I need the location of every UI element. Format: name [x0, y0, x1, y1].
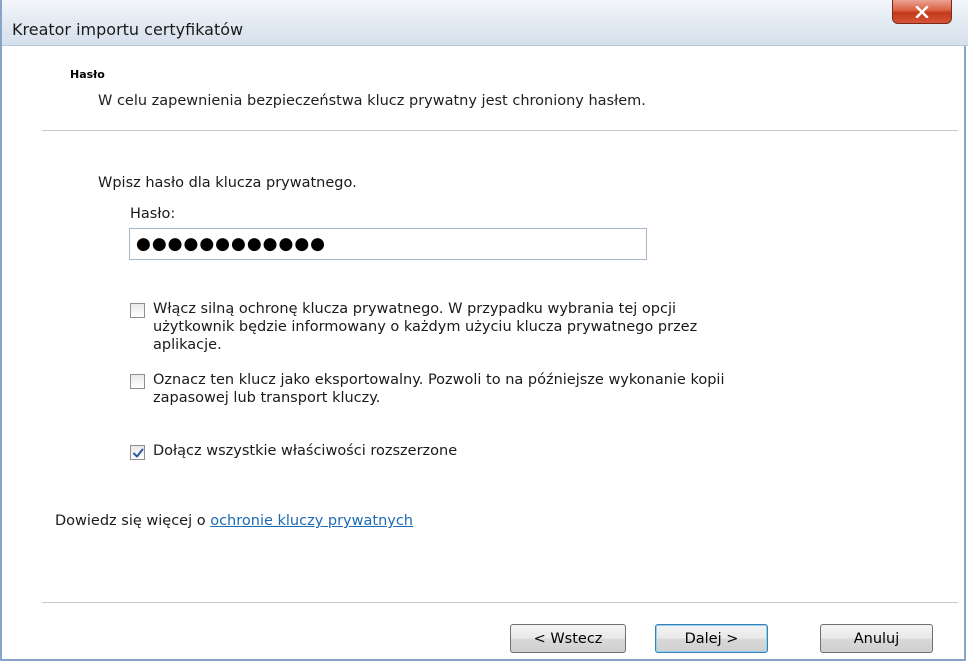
window-title: Kreator importu certyfikatów — [12, 20, 244, 39]
close-button[interactable] — [892, 0, 952, 24]
title-bar[interactable]: Kreator importu certyfikatów — [2, 0, 968, 46]
option-exportable[interactable]: Oznacz ten klucz jako eksportowalny. Poz… — [130, 371, 724, 407]
cancel-button[interactable]: Anuluj — [820, 624, 933, 653]
exportable-label: Oznacz ten klucz jako eksportowalny. Poz… — [153, 372, 725, 406]
learn-more-prefix: Dowiedz się więcej o — [55, 513, 211, 529]
close-icon — [915, 5, 929, 18]
dialog-window: Kreator importu certyfikatów Hasło W cel… — [0, 0, 968, 661]
option-include-extended-properties[interactable]: Dołącz wszystkie właściwości rozszerzone — [130, 442, 457, 460]
back-button[interactable]: < Wstecz — [510, 624, 626, 653]
section-description: W celu zapewnienia bezpieczeństwa klucz … — [98, 93, 646, 109]
exportable-checkbox[interactable] — [130, 374, 145, 389]
private-key-protection-link[interactable]: ochronie kluczy prywatnych — [210, 513, 413, 529]
extended-properties-checkbox[interactable] — [130, 445, 145, 460]
learn-more: Dowiedz się więcej o ochronie kluczy pry… — [55, 513, 413, 529]
section-title: Hasło — [70, 68, 105, 81]
next-button[interactable]: Dalej > — [655, 624, 768, 653]
strong-protection-checkbox[interactable] — [130, 303, 145, 318]
strong-protection-label: Włącz silną ochronę klucza prywatnego. W… — [153, 301, 698, 353]
checkmark-icon — [132, 448, 143, 457]
password-prompt: Wpisz hasło dla klucza prywatnego. — [98, 175, 357, 191]
option-strong-protection[interactable]: Włącz silną ochronę klucza prywatnego. W… — [130, 300, 697, 354]
footer-divider — [42, 602, 958, 603]
wizard-header — [4, 46, 964, 130]
extended-properties-label: Dołącz wszystkie właściwości rozszerzone — [153, 443, 458, 459]
password-label: Hasło: — [130, 206, 176, 222]
header-divider — [42, 130, 958, 131]
password-input[interactable] — [129, 228, 647, 260]
